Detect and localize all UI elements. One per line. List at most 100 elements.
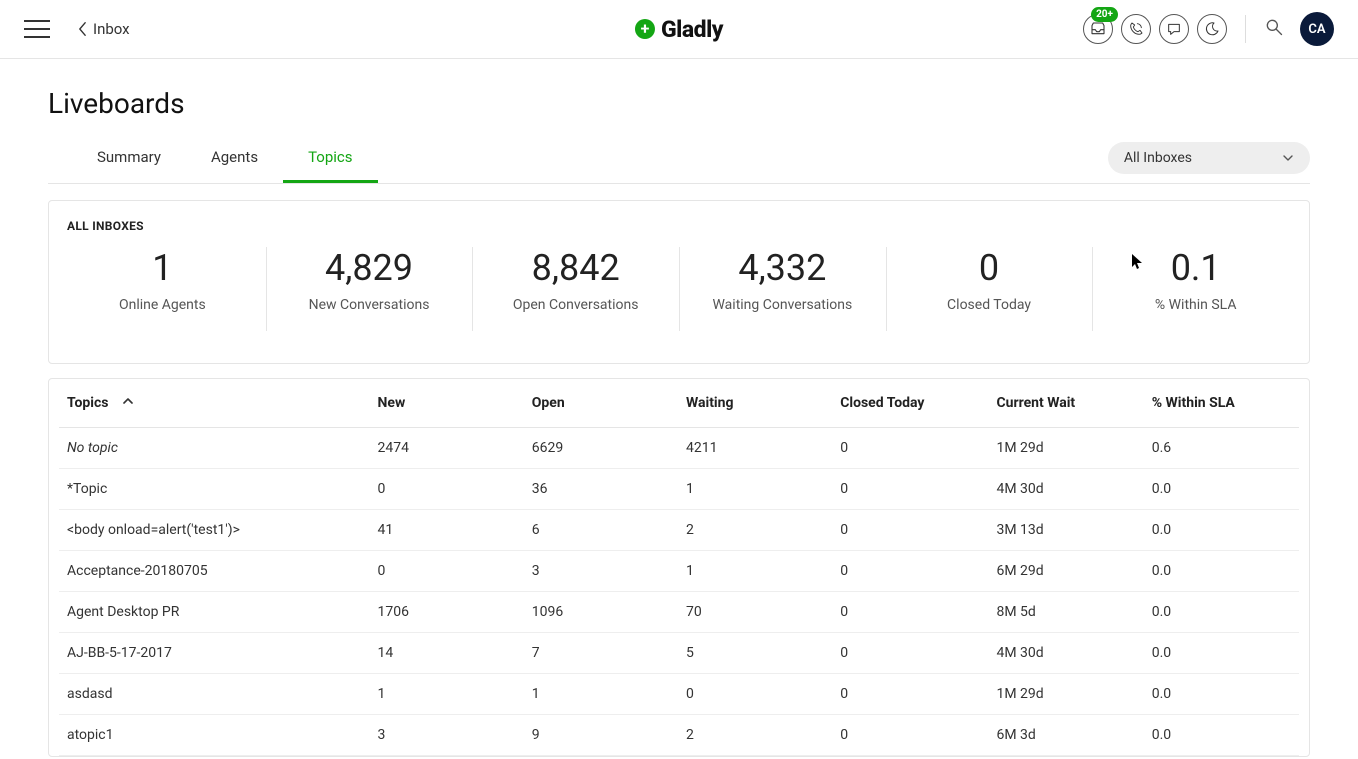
table-cell: 70	[678, 592, 832, 633]
stats-panel: ALL INBOXES 1 Online Agents 4,829 New Co…	[48, 200, 1310, 364]
table-cell: 2474	[370, 428, 524, 469]
table-cell: 0.0	[1144, 715, 1299, 756]
table-cell: 3	[370, 715, 524, 756]
table-cell: 0	[832, 510, 988, 551]
table-cell: 1	[524, 674, 678, 715]
table-cell: 3M 13d	[988, 510, 1143, 551]
table-row[interactable]: No topic24746629421101M 29d0.6	[59, 428, 1299, 469]
table-row[interactable]: *Topic036104M 30d0.0	[59, 469, 1299, 510]
table-cell: 0.0	[1144, 592, 1299, 633]
table-cell: AJ-BB-5-17-2017	[59, 633, 370, 674]
stat-waiting-conversations: 4,332 Waiting Conversations	[679, 239, 886, 339]
table-cell: 0	[370, 469, 524, 510]
stat-online-agents: 1 Online Agents	[59, 239, 266, 339]
filter-selected-label: All Inboxes	[1124, 150, 1192, 166]
table-cell: 0	[832, 674, 988, 715]
stat-value: 4,332	[687, 249, 878, 289]
topbar: Inbox + Gladly 20+ CA	[0, 0, 1358, 59]
th-label: Closed Today	[840, 395, 924, 411]
table-cell: 0.0	[1144, 674, 1299, 715]
avatar-initials: CA	[1308, 22, 1325, 37]
table-cell: 5	[678, 633, 832, 674]
table-row[interactable]: Agent Desktop PR170610967008M 5d0.0	[59, 592, 1299, 633]
table-cell: 6M 29d	[988, 551, 1143, 592]
table-cell: No topic	[59, 428, 370, 469]
table-cell: 6	[524, 510, 678, 551]
sort-arrow-up-icon	[122, 395, 134, 411]
table-cell: 2	[678, 715, 832, 756]
table-row[interactable]: asdasd11001M 29d0.0	[59, 674, 1299, 715]
th-label: Open	[532, 395, 565, 411]
table-cell: atopic1	[59, 715, 370, 756]
stats-title: ALL INBOXES	[49, 219, 1309, 239]
stat-value: 1	[67, 249, 258, 289]
table-cell: 0.0	[1144, 510, 1299, 551]
call-button[interactable]	[1121, 14, 1151, 44]
th-label: Waiting	[686, 395, 734, 411]
inbox-button[interactable]: 20+	[1083, 14, 1113, 44]
table-row[interactable]: AJ-BB-5-17-2017147504M 30d0.0	[59, 633, 1299, 674]
stat-label: Waiting Conversations	[687, 297, 878, 313]
table-cell: 6M 3d	[988, 715, 1143, 756]
table-cell: 4M 30d	[988, 469, 1143, 510]
table-cell: 0	[832, 428, 988, 469]
table-cell: 1	[678, 551, 832, 592]
tab-agents[interactable]: Agents	[186, 138, 283, 183]
stat-value: 0.1	[1100, 249, 1291, 289]
table-cell: 0.6	[1144, 428, 1299, 469]
th-new[interactable]: New	[370, 379, 524, 428]
table-cell: <body onload=alert('test1')>	[59, 510, 370, 551]
stat-value: 8,842	[480, 249, 671, 289]
table-cell: 4M 30d	[988, 633, 1143, 674]
topics-table: Topics New Open Waiting Closed Today Cur…	[59, 379, 1299, 756]
table-cell: 7	[524, 633, 678, 674]
topics-table-panel: Topics New Open Waiting Closed Today Cur…	[48, 378, 1310, 757]
table-row[interactable]: <body onload=alert('test1')>416203M 13d0…	[59, 510, 1299, 551]
stat-new-conversations: 4,829 New Conversations	[266, 239, 473, 339]
th-label: Topics	[67, 395, 108, 411]
table-cell: 2	[678, 510, 832, 551]
table-cell: Acceptance-20180705	[59, 551, 370, 592]
table-cell: 0	[832, 469, 988, 510]
table-cell: 0	[678, 674, 832, 715]
th-topics[interactable]: Topics	[59, 379, 370, 428]
table-cell: 0.0	[1144, 633, 1299, 674]
th-label: New	[378, 395, 406, 411]
search-button[interactable]	[1264, 17, 1284, 41]
chat-button[interactable]	[1159, 14, 1189, 44]
stat-label: Open Conversations	[480, 297, 671, 313]
table-row[interactable]: atopic139206M 3d0.0	[59, 715, 1299, 756]
stat-open-conversations: 8,842 Open Conversations	[472, 239, 679, 339]
chevron-left-icon	[78, 21, 87, 37]
th-current-wait[interactable]: Current Wait	[988, 379, 1143, 428]
th-open[interactable]: Open	[524, 379, 678, 428]
topbar-left: Inbox	[24, 20, 1083, 38]
table-cell: *Topic	[59, 469, 370, 510]
stat-value: 0	[894, 249, 1085, 289]
tabs: Summary Agents Topics	[72, 138, 378, 183]
tab-topics[interactable]: Topics	[283, 138, 377, 183]
tabs-row: Summary Agents Topics All Inboxes	[48, 138, 1310, 184]
table-header-row: Topics New Open Waiting Closed Today Cur…	[59, 379, 1299, 428]
th-waiting[interactable]: Waiting	[678, 379, 832, 428]
th-closed-today[interactable]: Closed Today	[832, 379, 988, 428]
table-row[interactable]: Acceptance-2018070503106M 29d0.0	[59, 551, 1299, 592]
avatar[interactable]: CA	[1300, 12, 1334, 46]
table-cell: 1M 29d	[988, 428, 1143, 469]
back-to-inbox[interactable]: Inbox	[78, 20, 130, 38]
brand: + Gladly	[635, 16, 723, 43]
tab-summary[interactable]: Summary	[72, 138, 186, 183]
th-within-sla[interactable]: % Within SLA	[1144, 379, 1299, 428]
phone-icon	[1128, 21, 1144, 37]
dark-mode-button[interactable]	[1197, 14, 1227, 44]
inbox-filter-dropdown[interactable]: All Inboxes	[1108, 142, 1310, 174]
stats-row: 1 Online Agents 4,829 New Conversations …	[49, 239, 1309, 339]
topbar-right: 20+ CA	[1083, 12, 1334, 46]
table-cell: asdasd	[59, 674, 370, 715]
hamburger-menu-icon[interactable]	[24, 20, 50, 38]
stat-value: 4,829	[274, 249, 465, 289]
table-cell: 1706	[370, 592, 524, 633]
table-cell: 3	[524, 551, 678, 592]
table-cell: 0	[370, 551, 524, 592]
divider	[1245, 15, 1246, 43]
